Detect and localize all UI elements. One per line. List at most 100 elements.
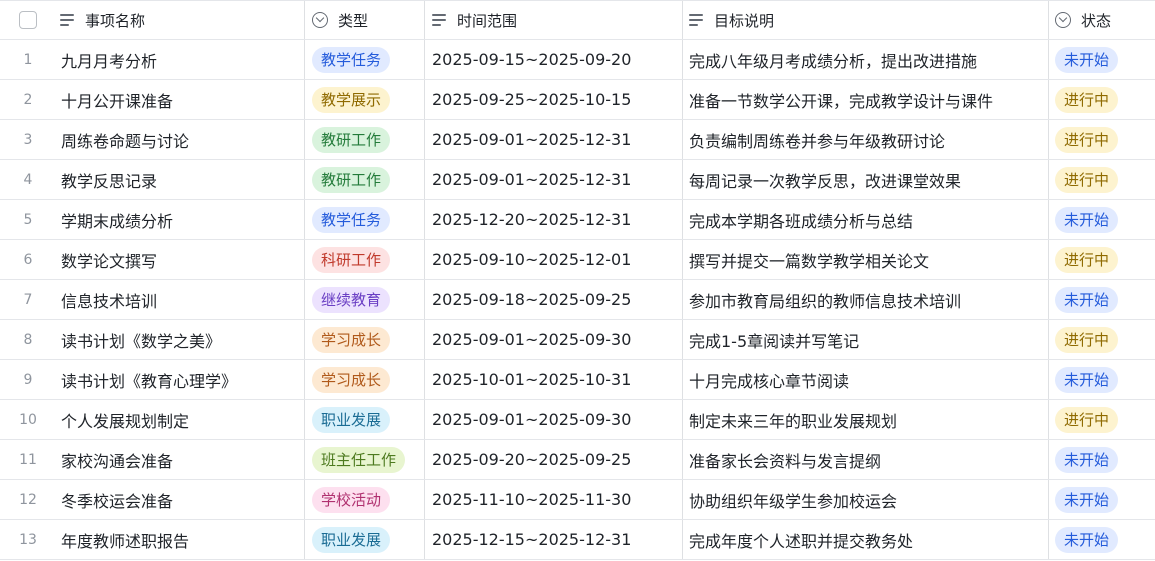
select-all-checkbox[interactable] [19, 11, 37, 29]
time-range-cell[interactable]: 2025-09-01~2025-12-31 [425, 120, 683, 159]
goal-cell[interactable]: 十月完成核心章节阅读 [683, 360, 1049, 399]
type-cell[interactable]: 教学任务 [305, 200, 425, 239]
time-range-cell[interactable]: 2025-09-15~2025-09-20 [425, 40, 683, 79]
type-cell[interactable]: 班主任工作 [305, 440, 425, 479]
table-row[interactable]: 6 数学论文撰写 科研工作 2025-09-10~2025-12-01 撰写并提… [0, 240, 1155, 280]
status-badge: 未开始 [1055, 366, 1119, 393]
item-name-cell[interactable]: 周练卷命题与讨论 [56, 120, 305, 159]
time-range-cell[interactable]: 2025-09-18~2025-09-25 [425, 280, 683, 319]
status-cell[interactable]: 进行中 [1049, 400, 1155, 439]
table-row[interactable]: 10 个人发展规划制定 职业发展 2025-09-01~2025-09-30 制… [0, 400, 1155, 440]
status-badge: 进行中 [1055, 406, 1119, 433]
item-name-cell[interactable]: 读书计划《数学之美》 [56, 320, 305, 359]
table-row[interactable]: 4 教学反思记录 教研工作 2025-09-01~2025-12-31 每周记录… [0, 160, 1155, 200]
status-cell[interactable]: 未开始 [1049, 280, 1155, 319]
column-header-type[interactable]: 类型 [305, 1, 425, 39]
row-number: 3 [23, 131, 33, 148]
table-row[interactable]: 11 家校沟通会准备 班主任工作 2025-09-20~2025-09-25 准… [0, 440, 1155, 480]
text-field-icon [60, 14, 74, 26]
time-range-cell[interactable]: 2025-09-25~2025-10-15 [425, 80, 683, 119]
type-cell[interactable]: 教学展示 [305, 80, 425, 119]
status-cell[interactable]: 进行中 [1049, 320, 1155, 359]
single-select-icon [312, 12, 328, 28]
column-header-goal[interactable]: 目标说明 [683, 1, 1049, 39]
type-cell[interactable]: 学校活动 [305, 480, 425, 519]
status-badge: 进行中 [1055, 166, 1119, 193]
goal-cell[interactable]: 协助组织年级学生参加校运会 [683, 480, 1049, 519]
time-range-cell[interactable]: 2025-09-01~2025-12-31 [425, 160, 683, 199]
table-row[interactable]: 12 冬季校运会准备 学校活动 2025-11-10~2025-11-30 协助… [0, 480, 1155, 520]
goal-cell[interactable]: 制定未来三年的职业发展规划 [683, 400, 1049, 439]
row-number: 6 [23, 251, 33, 268]
time-range-cell[interactable]: 2025-10-01~2025-10-31 [425, 360, 683, 399]
item-name-cell[interactable]: 数学论文撰写 [56, 240, 305, 279]
type-cell[interactable]: 科研工作 [305, 240, 425, 279]
table-row[interactable]: 7 信息技术培训 继续教育 2025-09-18~2025-09-25 参加市教… [0, 280, 1155, 320]
table-row[interactable]: 2 十月公开课准备 教学展示 2025-09-25~2025-10-15 准备一… [0, 80, 1155, 120]
type-tag: 继续教育 [312, 286, 391, 313]
status-badge: 进行中 [1055, 126, 1119, 153]
type-cell[interactable]: 教研工作 [305, 120, 425, 159]
item-name-cell[interactable]: 冬季校运会准备 [56, 480, 305, 519]
time-range-cell[interactable]: 2025-09-20~2025-09-25 [425, 440, 683, 479]
goal-cell[interactable]: 负责编制周练卷并参与年级教研讨论 [683, 120, 1049, 159]
status-cell[interactable]: 未开始 [1049, 520, 1155, 559]
type-cell[interactable]: 学习成长 [305, 320, 425, 359]
table-row[interactable]: 1 九月月考分析 教学任务 2025-09-15~2025-09-20 完成八年… [0, 40, 1155, 80]
time-range-cell[interactable]: 2025-11-10~2025-11-30 [425, 480, 683, 519]
time-range-cell[interactable]: 2025-12-20~2025-12-31 [425, 200, 683, 239]
column-header-status[interactable]: 状态 [1049, 1, 1155, 39]
status-cell[interactable]: 进行中 [1049, 160, 1155, 199]
item-name-cell[interactable]: 家校沟通会准备 [56, 440, 305, 479]
column-header-name[interactable]: 事项名称 [56, 1, 305, 39]
item-name-cell[interactable]: 信息技术培训 [56, 280, 305, 319]
type-cell[interactable]: 职业发展 [305, 520, 425, 559]
type-tag: 班主任工作 [312, 446, 406, 473]
type-cell[interactable]: 职业发展 [305, 400, 425, 439]
type-tag: 教研工作 [312, 126, 391, 153]
goal-cell[interactable]: 完成1-5章阅读并写笔记 [683, 320, 1049, 359]
goal-cell[interactable]: 撰写并提交一篇数学教学相关论文 [683, 240, 1049, 279]
item-name-cell[interactable]: 学期末成绩分析 [56, 200, 305, 239]
table-row[interactable]: 5 学期末成绩分析 教学任务 2025-12-20~2025-12-31 完成本… [0, 200, 1155, 240]
item-name-cell[interactable]: 个人发展规划制定 [56, 400, 305, 439]
time-range-cell[interactable]: 2025-09-01~2025-09-30 [425, 400, 683, 439]
status-cell[interactable]: 未开始 [1049, 480, 1155, 519]
time-range-cell[interactable]: 2025-12-15~2025-12-31 [425, 520, 683, 559]
item-name-cell[interactable]: 十月公开课准备 [56, 80, 305, 119]
column-header-time[interactable]: 时间范围 [425, 1, 683, 39]
goal-cell[interactable]: 完成本学期各班成绩分析与总结 [683, 200, 1049, 239]
goal-cell[interactable]: 完成年度个人述职并提交教务处 [683, 520, 1049, 559]
goal-cell[interactable]: 准备一节数学公开课，完成教学设计与课件 [683, 80, 1049, 119]
table-row[interactable]: 3 周练卷命题与讨论 教研工作 2025-09-01~2025-12-31 负责… [0, 120, 1155, 160]
time-range-cell[interactable]: 2025-09-01~2025-09-30 [425, 320, 683, 359]
status-cell[interactable]: 进行中 [1049, 80, 1155, 119]
type-cell[interactable]: 教研工作 [305, 160, 425, 199]
type-cell[interactable]: 继续教育 [305, 280, 425, 319]
goal-cell[interactable]: 准备家长会资料与发言提纲 [683, 440, 1049, 479]
status-cell[interactable]: 未开始 [1049, 200, 1155, 239]
type-cell[interactable]: 教学任务 [305, 40, 425, 79]
status-badge: 进行中 [1055, 86, 1119, 113]
item-name-cell[interactable]: 教学反思记录 [56, 160, 305, 199]
item-name-cell[interactable]: 读书计划《教育心理学》 [56, 360, 305, 399]
item-name-cell[interactable]: 年度教师述职报告 [56, 520, 305, 559]
row-number: 7 [23, 291, 33, 308]
goal-cell[interactable]: 完成八年级月考成绩分析，提出改进措施 [683, 40, 1049, 79]
table-row[interactable]: 8 读书计划《数学之美》 学习成长 2025-09-01~2025-09-30 … [0, 320, 1155, 360]
row-number: 1 [23, 51, 33, 68]
row-number: 9 [23, 371, 33, 388]
table-row[interactable]: 13 年度教师述职报告 职业发展 2025-12-15~2025-12-31 完… [0, 520, 1155, 560]
goal-cell[interactable]: 每周记录一次教学反思，改进课堂效果 [683, 160, 1049, 199]
status-cell[interactable]: 未开始 [1049, 440, 1155, 479]
status-cell[interactable]: 未开始 [1049, 40, 1155, 79]
status-cell[interactable]: 进行中 [1049, 240, 1155, 279]
status-cell[interactable]: 进行中 [1049, 120, 1155, 159]
type-cell[interactable]: 学习成长 [305, 360, 425, 399]
item-name-cell[interactable]: 九月月考分析 [56, 40, 305, 79]
status-cell[interactable]: 未开始 [1049, 360, 1155, 399]
time-range-cell[interactable]: 2025-09-10~2025-12-01 [425, 240, 683, 279]
table-row[interactable]: 9 读书计划《教育心理学》 学习成长 2025-10-01~2025-10-31… [0, 360, 1155, 400]
status-badge: 未开始 [1055, 526, 1119, 553]
goal-cell[interactable]: 参加市教育局组织的教师信息技术培训 [683, 280, 1049, 319]
